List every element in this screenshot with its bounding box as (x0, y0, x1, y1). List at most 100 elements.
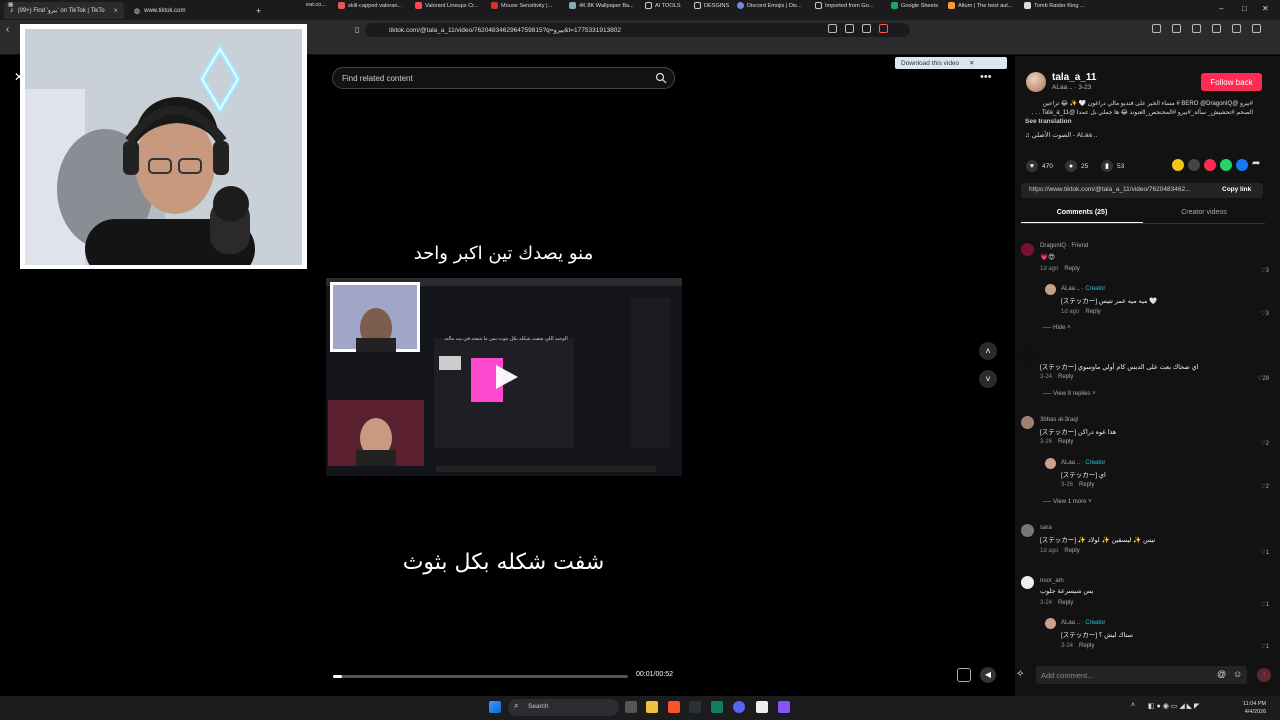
floating-player-icon[interactable] (957, 668, 971, 682)
previous-video-icon[interactable]: ˄ (979, 342, 997, 360)
extension-icon[interactable] (828, 24, 837, 33)
like-stat[interactable]: ♥ 470 (1026, 160, 1053, 172)
minimize-icon[interactable]: – (1219, 4, 1223, 13)
emoji-icon[interactable]: ☺ (1233, 669, 1242, 679)
app-icon[interactable] (778, 701, 790, 713)
avatar[interactable] (1045, 458, 1056, 469)
bookmark-item[interactable]: Tomb Raider King ... (1024, 2, 1085, 9)
comment-author[interactable]: ALaa .. · Creator (1061, 620, 1105, 626)
bookmark-item[interactable]: 4K 8K Wallpaper Ba... (569, 2, 634, 9)
comment-like[interactable]: ♡3 (1249, 310, 1269, 317)
taskbar-clock[interactable]: 11:04 PM 4/4/2026 (1243, 700, 1266, 716)
save-stat[interactable]: ▮ 53 (1101, 160, 1124, 172)
progress-track[interactable] (333, 675, 628, 678)
task-view-icon[interactable] (625, 701, 637, 713)
reply-button[interactable]: Reply (1079, 643, 1094, 649)
comment-like[interactable]: ♡3 (1249, 267, 1269, 274)
tab-tiktok-www[interactable]: ◍ www.tiktok.com (128, 2, 248, 19)
author-avatar[interactable] (1026, 72, 1046, 92)
apps-grid-icon[interactable]: ▦ (8, 2, 13, 8)
music-link[interactable]: ♫ الصوت الأصلي - ALaa .. (1025, 131, 1097, 139)
bookmark-folder[interactable]: AI TOOLS (645, 2, 681, 9)
tab-creator-videos[interactable]: Creator videos (1143, 209, 1265, 216)
comment-author[interactable]: noor_am (1040, 578, 1064, 584)
facebook-icon[interactable] (1236, 159, 1248, 171)
reply-button[interactable]: Reply (1058, 600, 1073, 606)
bookmark-partial[interactable]: eat.co... (306, 2, 326, 8)
start-icon[interactable] (489, 701, 501, 713)
terminal-icon[interactable] (711, 701, 723, 713)
bookmark-item[interactable]: Valorant Lineups Cr... (415, 2, 478, 9)
app-icon[interactable] (756, 701, 768, 713)
reply-button[interactable]: Reply (1058, 439, 1073, 445)
close-tab-icon[interactable]: × (113, 6, 118, 15)
app-icon[interactable] (689, 701, 701, 713)
avatar[interactable] (1021, 243, 1034, 256)
bookmark-item[interactable]: skill-capped valoran... (338, 2, 402, 9)
comment-author[interactable]: sara (1040, 525, 1052, 531)
brave-icon[interactable] (668, 701, 680, 713)
play-icon[interactable] (490, 362, 520, 392)
comment-like[interactable]: ♡1 (1249, 549, 1269, 556)
view-more-button[interactable]: ── View 1 more ˅ (1043, 499, 1092, 505)
share-page-icon[interactable] (862, 24, 871, 33)
comment-like[interactable]: ♡29 (1249, 375, 1269, 382)
reply-button[interactable]: Reply (1085, 309, 1100, 315)
related-search-input[interactable]: Find related content (332, 67, 675, 89)
send-icon[interactable] (1204, 159, 1216, 171)
whatsapp-icon[interactable] (1220, 159, 1232, 171)
bookmark-item[interactable]: Mouse Sensitivity |... (491, 2, 552, 9)
discord-icon[interactable] (733, 701, 745, 713)
see-translation-link[interactable]: See translation (1025, 118, 1072, 125)
send-comment-button[interactable]: ↑ (1257, 668, 1271, 682)
volume-icon[interactable]: ◀ (980, 667, 996, 683)
comment-like[interactable]: ♡2 (1249, 483, 1269, 490)
download-video-button[interactable]: Download this video ✕ (895, 57, 1007, 69)
bookmark-folder[interactable]: DESGINS (694, 2, 729, 9)
close-icon[interactable]: ✕ (969, 60, 974, 67)
reply-button[interactable]: Reply (1079, 482, 1094, 488)
tab-comments[interactable]: Comments (25) (1021, 209, 1143, 216)
more-options-icon[interactable]: ••• (980, 71, 992, 83)
close-window-icon[interactable]: ✕ (1262, 4, 1269, 13)
avatar[interactable] (1021, 576, 1034, 589)
avatar[interactable] (1021, 416, 1034, 429)
bookmark-icon[interactable]: ▯ (355, 25, 359, 34)
extension-puzzle-icon[interactable] (1152, 24, 1161, 33)
comment-stat[interactable]: ● 25 (1065, 160, 1088, 172)
embed-icon[interactable] (1188, 159, 1200, 171)
tray-icons[interactable]: ◧ ● ◉ ▭ ◢ ◣ ◤ (1148, 702, 1199, 710)
bookmark-item[interactable]: Google Sheets (891, 2, 938, 9)
avatar[interactable] (1045, 284, 1056, 295)
comment-like[interactable]: ♡2 (1249, 440, 1269, 447)
comment-author[interactable]: 3bbas al-3raqi (1040, 417, 1078, 423)
wallet-icon[interactable] (1212, 24, 1221, 33)
view-replies-button[interactable]: ── View 8 replies ˅ (1043, 391, 1096, 397)
bookmark-folder[interactable]: Imported from Go... (815, 2, 874, 9)
comment-author[interactable]: ALaa .. · Creator (1061, 286, 1105, 292)
copy-link-button[interactable]: Copy link (1222, 186, 1251, 193)
new-tab-button[interactable]: + (250, 2, 264, 19)
brave-shield-icon[interactable] (879, 24, 888, 33)
reply-button[interactable]: Reply (1058, 374, 1073, 380)
sidebar-icon[interactable] (1172, 24, 1181, 33)
author-username[interactable]: tala_a_11 (1052, 72, 1097, 83)
avatar[interactable] (1021, 524, 1034, 537)
search-icon[interactable] (655, 72, 667, 84)
avatar[interactable] (1021, 350, 1034, 363)
next-video-icon[interactable]: ˅ (979, 370, 997, 388)
back-arrow-icon[interactable]: ‹ (6, 24, 9, 35)
follow-back-button[interactable]: Follow back (1201, 73, 1262, 91)
share-arrow-icon[interactable]: ➦ (1252, 158, 1260, 169)
media-icon[interactable] (1192, 24, 1201, 33)
mention-icon[interactable]: @ (1217, 669, 1226, 679)
reply-button[interactable]: Reply (1064, 266, 1079, 272)
file-explorer-icon[interactable] (646, 701, 658, 713)
bookmark-item[interactable]: Altum | The best aut... (948, 2, 1013, 9)
comment-author[interactable]: DragonIQ · Friend (1040, 243, 1088, 249)
maximize-icon[interactable]: □ (1242, 4, 1247, 13)
reply-button[interactable]: Reply (1064, 548, 1079, 554)
tab-tiktok-search[interactable]: ♪ (99+) Find 'بيرو' on TikTok | TikTo × (4, 2, 124, 19)
hide-replies-button[interactable]: ── Hide ˄ (1043, 325, 1071, 331)
taskbar-search[interactable]: Search (508, 699, 619, 716)
